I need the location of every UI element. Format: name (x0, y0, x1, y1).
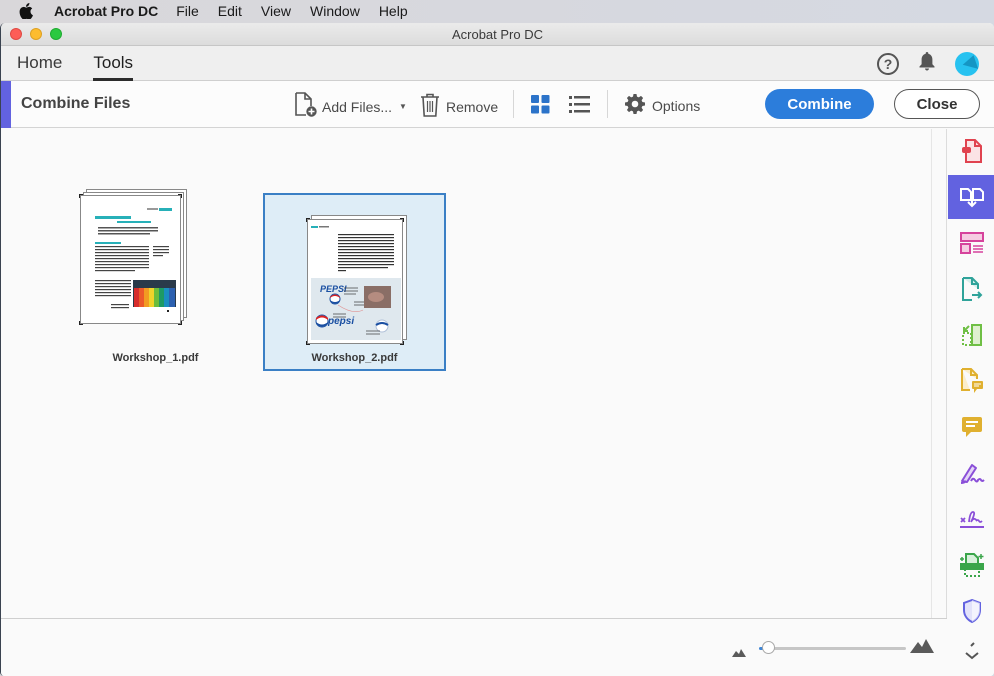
tool-organize-pages[interactable] (948, 221, 994, 265)
protect-icon (962, 599, 981, 623)
tab-home[interactable]: Home (17, 46, 62, 80)
trash-icon (420, 93, 440, 120)
window-title: Acrobat Pro DC (451, 26, 544, 42)
export-pdf-icon (961, 277, 982, 301)
app-window: Acrobat Pro DC Home Tools ? Combine File… (0, 23, 994, 676)
menu-window[interactable]: Window (310, 3, 360, 19)
page-thumbnail: PEPSI pepsi (306, 218, 404, 345)
menu-view[interactable]: View (261, 3, 291, 19)
scrollbar-track[interactable] (931, 129, 932, 618)
menu-help[interactable]: Help (379, 3, 408, 19)
menu-edit[interactable]: Edit (218, 3, 242, 19)
file-thumbnail-area: Workshop_1.pdf PEPSI pepsi Workshop_2.pd… (1, 129, 947, 618)
avatar[interactable] (955, 51, 979, 76)
tool-edit-pdf[interactable] (948, 313, 994, 357)
fill-sign-icon (960, 464, 985, 484)
bell-icon[interactable] (918, 51, 936, 76)
window-zoom-button[interactable] (50, 28, 62, 40)
tool-comment-pdf[interactable] (948, 359, 994, 403)
apple-menu-icon[interactable] (19, 3, 39, 19)
tool-fill-sign[interactable] (948, 451, 994, 495)
grid-view-icon (531, 95, 550, 117)
thumbnail-view-button[interactable] (531, 95, 550, 117)
remove-label: Remove (446, 98, 499, 115)
corner-mark (79, 194, 83, 198)
corner-mark (306, 218, 310, 222)
tool-print-production[interactable] (948, 543, 994, 587)
tool-create-pdf[interactable] (948, 129, 994, 173)
gear-icon (625, 94, 645, 117)
chevron-down-icon (964, 642, 979, 660)
tool-combine-files[interactable] (948, 175, 994, 219)
window-controls (10, 28, 62, 40)
top-right-icons: ? (877, 51, 979, 76)
menubar-app-name[interactable]: Acrobat Pro DC (54, 3, 158, 19)
top-navigation: Home Tools ? (1, 46, 994, 81)
document-preview-icon (95, 208, 176, 312)
zoom-slider-thumb[interactable] (762, 641, 776, 654)
edit-pdf-icon (961, 324, 982, 346)
more-tools-button[interactable] (948, 631, 994, 671)
corner-mark (79, 321, 83, 325)
window-titlebar[interactable]: Acrobat Pro DC (1, 23, 994, 46)
zoom-out-icon[interactable] (732, 644, 746, 662)
add-files-button[interactable]: Add Files... ▼ (294, 92, 407, 121)
add-files-label: Add Files... (322, 98, 393, 115)
right-tools-panel (947, 129, 994, 676)
tool-export-pdf[interactable] (948, 267, 994, 311)
file-tile-selected[interactable]: PEPSI pepsi Workshop_2.pdf (263, 193, 446, 371)
tool-title: Combine Files (21, 95, 131, 112)
file-name-label: Workshop_1.pdf (112, 352, 199, 364)
tool-protect[interactable] (948, 589, 994, 633)
remove-button[interactable]: Remove (420, 93, 498, 120)
comment-pdf-icon (960, 368, 983, 393)
tool-send-for-signature[interactable] (948, 497, 994, 541)
file-tile[interactable]: Workshop_1.pdf (64, 171, 247, 364)
organize-pages-icon (959, 232, 984, 254)
add-file-icon (294, 92, 318, 121)
send-for-signature-icon (959, 511, 984, 528)
zoom-in-icon[interactable] (910, 639, 934, 658)
bottom-bar (1, 618, 947, 676)
window-minimize-button[interactable] (30, 28, 42, 40)
menu-file[interactable]: File (176, 3, 199, 19)
combine-button[interactable]: Combine (765, 89, 874, 119)
chevron-down-icon: ▼ (399, 102, 407, 111)
print-production-icon (959, 553, 984, 577)
window-close-button[interactable] (10, 28, 22, 40)
corner-mark (400, 341, 404, 345)
corner-mark (306, 341, 310, 345)
tool-accent-bar (1, 81, 11, 128)
file-name-label: Workshop_2.pdf (311, 352, 398, 364)
page-thumbnail (79, 194, 182, 325)
options-label: Options (652, 97, 701, 114)
toolbar-separator (513, 90, 514, 118)
list-view-icon (569, 95, 590, 117)
tool-comment[interactable] (948, 405, 994, 449)
list-view-button[interactable] (569, 95, 590, 117)
combine-files-icon (959, 188, 984, 208)
tab-tools[interactable]: Tools (93, 46, 133, 81)
create-pdf-icon (961, 139, 982, 163)
svg-text:PEPSI: PEPSI (320, 284, 347, 294)
document-preview-icon: PEPSI pepsi (311, 226, 401, 340)
comment-icon (961, 417, 982, 437)
svg-text:pepsi: pepsi (327, 316, 354, 327)
toolbar-separator (607, 90, 608, 118)
combine-toolbar: Combine Files Add Files... ▼ Remove Opti… (1, 81, 994, 128)
corner-mark (178, 321, 182, 325)
zoom-slider-track[interactable] (766, 647, 906, 650)
help-icon[interactable]: ? (877, 52, 899, 75)
corner-mark (178, 194, 182, 198)
macos-menubar: Acrobat Pro DC File Edit View Window Hel… (0, 0, 994, 22)
close-button[interactable]: Close (894, 89, 980, 119)
options-button[interactable]: Options (625, 94, 700, 117)
corner-mark (400, 218, 404, 222)
